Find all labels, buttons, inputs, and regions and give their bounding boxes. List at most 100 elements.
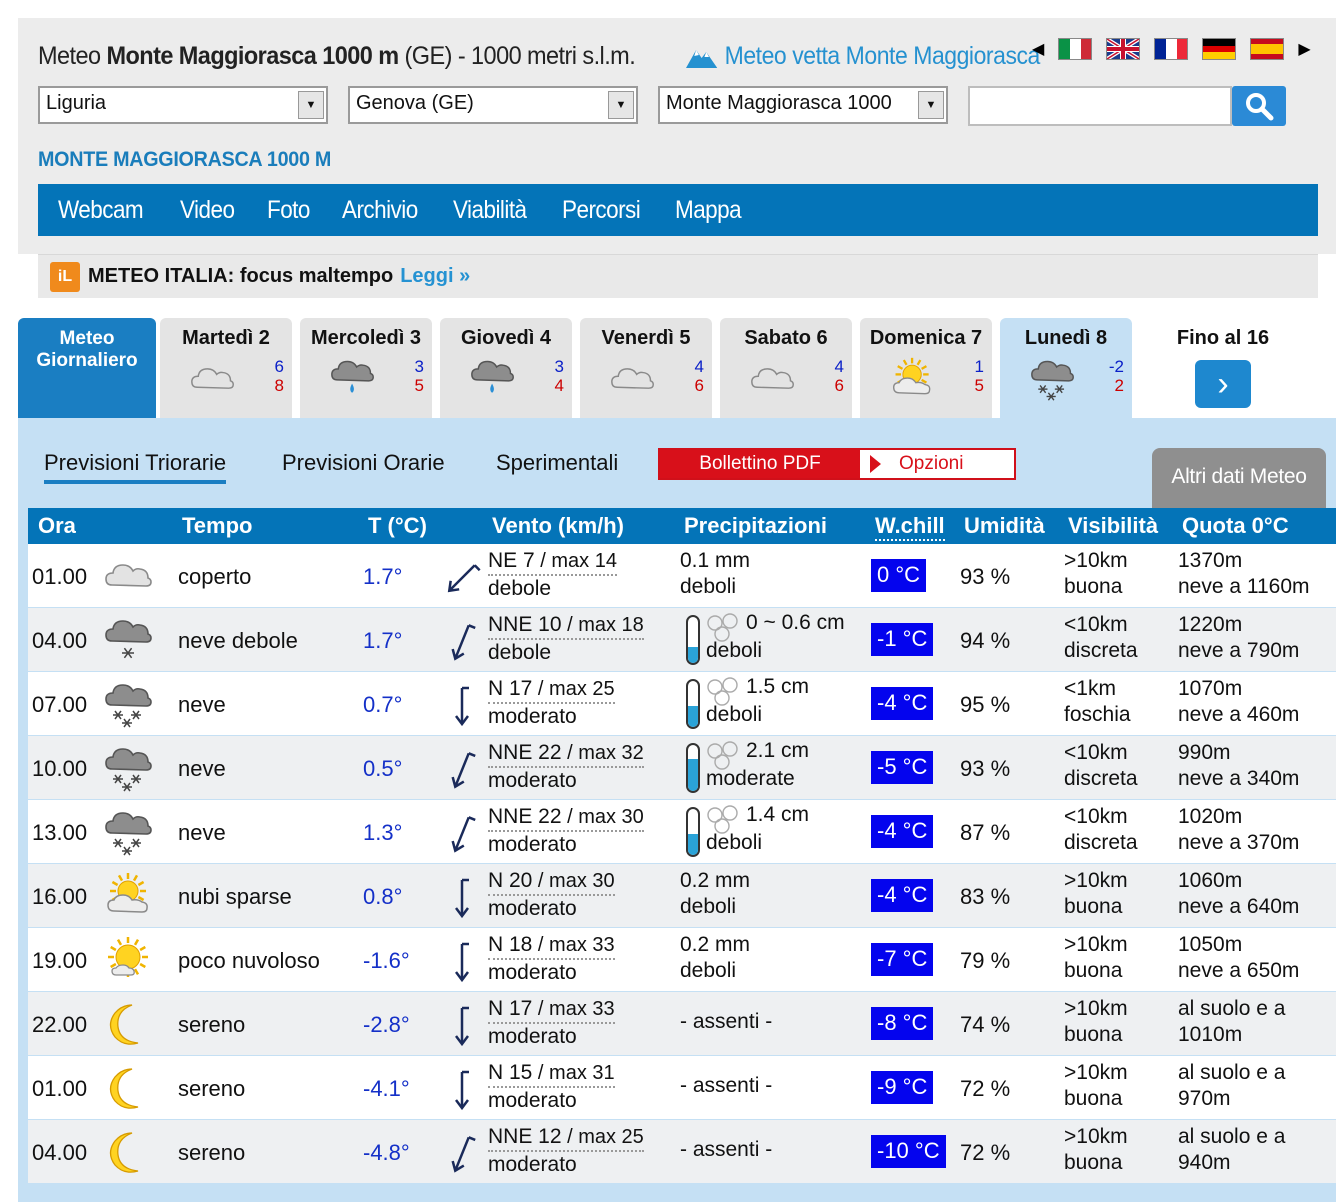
snow-level: 1010m [1178,1023,1243,1046]
wind-info[interactable]: NNE 22 / max 30 moderato [488,804,644,858]
wind-info[interactable]: N 18 / max 33 moderato [488,932,615,986]
freezing-level: al suolo e a 1010m [1178,996,1285,1048]
visibility-range: <10km [1064,613,1128,636]
german-flag[interactable] [1202,38,1237,60]
humidity: 72 % [960,1076,1011,1101]
hour: 13.00 [32,820,88,845]
french-flag[interactable] [1154,38,1189,60]
wind-dir-speed: N 15 [488,1061,533,1084]
wind-info[interactable]: NNE 22 / max 32 moderato [488,740,644,794]
search-button[interactable] [1232,86,1286,126]
wind-info[interactable]: NNE 10 / max 18 debole [488,612,644,666]
wind-label: debole [488,641,552,664]
next-arrow-button[interactable]: › [1195,360,1251,408]
visibility: >10km buona [1064,548,1128,600]
visibility-label: buona [1064,895,1123,918]
table-row: 04.00 sereno -4.8° NNE 12 / max 25 moder… [28,1120,1336,1184]
temperature: -2.8° [363,1012,410,1037]
nav-archivio[interactable]: Archivio [342,196,418,225]
weather-desc: poco nuvoloso [178,948,320,973]
day-name: Domenica 7 [869,327,983,349]
snow-level: 940m [1178,1151,1231,1174]
wind-info[interactable]: N 17 / max 25 moderato [488,676,615,730]
day-tab-4[interactable]: Sabato 6 4 6 [720,318,852,418]
visibility-label: buona [1064,1023,1123,1046]
altri-dati-meteo-tab[interactable]: Altri dati Meteo [1152,448,1326,508]
nav-foto[interactable]: Foto [267,196,310,225]
news-bar: iL METEO ITALIA: focus maltempo Leggi » [38,254,1318,298]
province-select[interactable]: Genova (GE) ▼ [348,86,638,124]
opzioni-button[interactable]: Opzioni [860,450,1014,478]
prev-language-arrow[interactable]: ◀ [1032,39,1044,59]
nav-video[interactable]: Video [180,196,235,225]
chevron-down-icon[interactable]: ▼ [918,91,944,119]
search-input[interactable] [968,86,1232,126]
wind-info[interactable]: N 15 / max 31 moderato [488,1060,615,1114]
humidity: 87 % [960,820,1011,845]
table-row: 04.00 neve debole 1.7° NNE 10 / max 18 d… [28,608,1336,672]
day-tab-0[interactable]: Martedì 2 6 8 [160,318,292,418]
col-visibilita: Visibilità [1068,513,1159,538]
tab-previsioni-orarie[interactable]: Previsioni Orarie [282,450,445,476]
day-tab-5[interactable]: Domenica 7 1 5 [860,318,992,418]
nav-mappa[interactable]: Mappa [675,196,742,225]
visibility: >10km buona [1064,996,1128,1048]
wind-dir-speed: N 17 [488,677,533,700]
wind-max: / max 31 [532,1062,615,1084]
snow-level: 970m [1178,1087,1231,1110]
moon-icon [102,1127,156,1177]
tab-meteo-giornaliero[interactable]: Meteo Giornaliero [18,318,156,418]
col-wchill[interactable]: W.chill [875,513,945,541]
region-select[interactable]: Liguria ▼ [38,86,328,124]
wind-max: / max 25 [561,1126,644,1148]
table-row: 13.00 neve 1.3° NNE 22 / max 30 moderato… [28,800,1336,864]
wind-info[interactable]: NNE 12 / max 25 moderato [488,1124,644,1178]
chevron-down-icon[interactable]: ▼ [608,91,634,119]
hour: 07.00 [32,692,88,717]
col-temp: T (°C) [368,513,427,538]
wind-label: moderato [488,897,577,920]
wind-info[interactable]: N 17 / max 33 moderato [488,996,615,1050]
day-max-temp: 8 [274,376,284,395]
wind-info[interactable]: N 20 / max 30 moderato [488,868,615,922]
mountain-icon [686,49,718,68]
no-precip: - assenti - [680,1137,772,1163]
bollettino-pdf-button[interactable]: Bollettino PDF [660,450,860,478]
wind-info[interactable]: NE 7 / max 14 debole [488,548,617,602]
table-row: 16.00 nubi sparse 0.8° N 20 / max 30 mod… [28,864,1336,928]
day-tab-3[interactable]: Venerdì 5 4 6 [580,318,712,418]
wind-chill-badge: -7 °C [871,943,934,976]
nav-percorsi[interactable]: Percorsi [562,196,641,225]
humidity: 74 % [960,1012,1011,1037]
sun-cloud-icon [886,356,940,402]
freezing-level-value: al suolo e a [1178,1125,1286,1148]
tab-sperimentali[interactable]: Sperimentali [496,450,618,476]
chevron-down-icon[interactable]: ▼ [298,91,324,119]
snow-level: neve a 640m [1178,895,1300,918]
snow-icon [102,743,156,793]
next-language-arrow[interactable]: ▶ [1298,39,1310,59]
snow-level: neve a 340m [1178,767,1300,790]
weather-desc: sereno [178,1012,246,1037]
peak-forecast-link[interactable]: Meteo vetta Monte Maggiorasca [686,42,1040,71]
tab-previsioni-triorarie[interactable]: Previsioni Triorarie [44,450,227,484]
rain-icon [466,356,520,402]
news-read-link[interactable]: Leggi » [400,265,470,288]
precip-amount: 0.2 mm [680,869,751,892]
british-flag[interactable] [1106,38,1141,60]
day-min-temp: 4 [694,357,704,376]
italian-flag[interactable] [1058,38,1093,60]
day-tab-6[interactable]: Lunedì 8 -2 2 [1000,318,1132,418]
spanish-flag[interactable] [1250,38,1285,60]
until-16-tab[interactable]: Fino al 16 › [1158,318,1288,418]
day-tab-1[interactable]: Mercoledì 3 3 5 [300,318,432,418]
locality-select[interactable]: Monte Maggiorasca 1000 ▼ [658,86,948,124]
col-precip: Precipitazioni [684,513,828,538]
day-tab-2[interactable]: Giovedì 4 3 4 [440,318,572,418]
nav-viabilita[interactable]: Viabilità [453,196,527,225]
day-min-temp: 3 [414,357,424,376]
visibility-label: discreta [1064,767,1138,790]
nav-webcam[interactable]: Webcam [58,196,144,225]
hour: 01.00 [32,1076,88,1101]
wind-dir-speed: NNE 12 [488,1125,562,1148]
